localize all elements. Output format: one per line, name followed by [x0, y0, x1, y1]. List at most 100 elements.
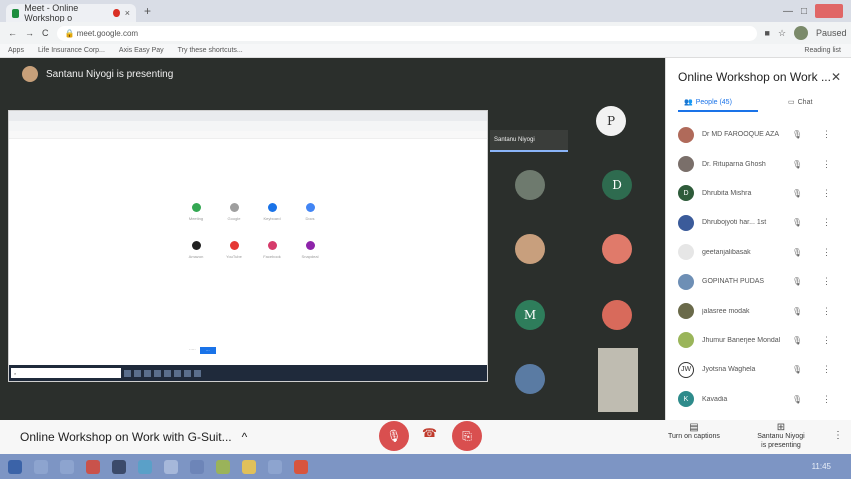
address-field[interactable]: 🔒 meet.google.com	[56, 25, 757, 41]
taskbar-icon[interactable]	[242, 459, 256, 474]
participant-row[interactable]: GOPINATH PUDAS 🎙 ⋮	[666, 267, 851, 296]
mic-muted-icon: 🎙	[792, 365, 803, 375]
participant-more-icon[interactable]: ⋮	[822, 306, 831, 317]
window-controls: — □	[783, 4, 851, 18]
participant-tile[interactable]	[515, 234, 545, 264]
participant-more-icon[interactable]: ⋮	[822, 129, 831, 140]
participant-avatar	[678, 126, 694, 143]
participant-list: Dr MD FAROOQUE AZA 🎙 ⋮ Dr. Rituparna Ghosh 🎙…	[666, 120, 851, 414]
tab-people[interactable]: 👥 People (45)	[684, 98, 732, 107]
presenter-text: Santanu Niyogi is presenting	[46, 68, 174, 80]
participant-row[interactable]: Dr. Rituparna Ghosh 🎙 ⋮	[666, 149, 851, 178]
participant-more-icon[interactable]: ⋮	[822, 159, 831, 170]
participant-tile[interactable]	[515, 364, 545, 394]
taskbar-icon[interactable]	[60, 459, 74, 474]
browser-tab[interactable]: Meet - Online Workshop o ×	[6, 3, 136, 23]
taskbar-icon[interactable]	[112, 459, 126, 474]
bookmark-shortcuts[interactable]: Try these shortcuts...	[178, 47, 243, 54]
participant-row[interactable]: K Kavadia 🎙 ⋮	[666, 385, 851, 414]
participant-row[interactable]: geetanjalibasak 🎙 ⋮	[666, 238, 851, 267]
reading-list-button[interactable]: Reading list	[804, 47, 841, 54]
participant-more-icon[interactable]: ⋮	[822, 188, 831, 199]
bookmark-axis[interactable]: Axis Easy Pay	[119, 47, 164, 54]
participant-row[interactable]: Dr MD FAROOQUE AZA 🎙 ⋮	[666, 120, 851, 149]
profile-avatar[interactable]	[794, 26, 809, 40]
participant-video-tile[interactable]	[598, 348, 638, 412]
participant-avatar: JW	[678, 361, 694, 378]
tab-close-icon[interactable]: ×	[125, 8, 130, 18]
meet-favicon-icon	[12, 8, 20, 18]
participant-more-icon[interactable]: ⋮	[822, 364, 831, 375]
participant-more-icon[interactable]: ⋮	[822, 276, 831, 287]
taskbar-icon[interactable]	[294, 459, 308, 474]
meeting-details[interactable]: Online Workshop on Work with G-Suit... ^	[20, 430, 247, 444]
participant-row[interactable]: Dhrubojyoti har... 1st 🎙 ⋮	[666, 208, 851, 237]
end-call-button[interactable]: ☎	[422, 426, 437, 440]
camera-toggle-button[interactable]: ⎘	[452, 421, 482, 451]
app-icon	[267, 203, 277, 212]
start-icon[interactable]	[8, 459, 22, 474]
more-options-icon[interactable]: ⋮	[833, 430, 843, 441]
participant-tile[interactable]: M	[515, 300, 545, 330]
minimize-button[interactable]: —	[783, 6, 793, 17]
app-label: Amazon	[188, 254, 204, 259]
shared-app: Snapdeal	[291, 241, 329, 259]
taskbar-clock: 11:45	[811, 462, 831, 471]
participant-tile[interactable]	[602, 300, 632, 330]
presenter-tile[interactable]: Santanu Niyogi	[490, 130, 568, 152]
back-icon[interactable]: ←	[8, 28, 17, 38]
taskbar-icon[interactable]	[138, 459, 152, 474]
taskbar-icon[interactable]	[86, 459, 100, 474]
taskbar-icon[interactable]	[268, 459, 282, 474]
present-label: Santanu Niyogi is presenting	[757, 433, 805, 449]
reload-icon[interactable]: C	[42, 28, 49, 38]
notice-button: ···	[199, 347, 216, 354]
participant-more-icon[interactable]: ⋮	[822, 335, 831, 346]
participant-row[interactable]: Jhumur Banerjee Mondal 🎙 ⋮	[666, 326, 851, 355]
taskbar-icon[interactable]	[34, 459, 48, 474]
participant-row[interactable]: JW Jyotsna Waghela 🎙 ⋮	[666, 355, 851, 384]
participant-name: Jhumur Banerjee Mondal	[702, 336, 781, 344]
participant-tile[interactable]: D	[602, 170, 632, 200]
tab-chat[interactable]: ▭ Chat	[788, 98, 812, 107]
shared-app: Google	[215, 203, 253, 221]
app-label: Facebook	[263, 254, 281, 259]
shared-task-icon	[184, 369, 191, 377]
app-icon	[191, 241, 201, 250]
bookmark-lic[interactable]: Life Insurance Corp...	[38, 47, 105, 54]
taskbar-icon[interactable]	[164, 459, 178, 474]
present-button[interactable]: ⊞ Santanu Niyogi is presenting	[756, 423, 806, 450]
close-window-button[interactable]	[815, 4, 843, 18]
presenter-tile-name: Santanu Niyogi	[494, 137, 535, 143]
participant-tile[interactable]: P	[596, 106, 626, 136]
participant-more-icon[interactable]: ⋮	[822, 394, 831, 405]
participant-tile[interactable]	[602, 234, 632, 264]
captions-button[interactable]: ▤ Turn on captions	[668, 423, 720, 441]
forward-icon[interactable]: →	[25, 28, 34, 38]
app-label: Meeting	[188, 216, 204, 221]
participant-name: Dhrubojyoti har... 1st	[702, 219, 767, 227]
captions-icon: ▤	[689, 422, 699, 433]
mic-toggle-button[interactable]: 🎙	[379, 421, 409, 451]
participant-row[interactable]: D Dhrubita Mishra 🎙 ⋮	[666, 179, 851, 208]
mic-muted-icon: 🎙	[792, 218, 803, 228]
maximize-button[interactable]: □	[801, 6, 807, 17]
shared-task-icon	[124, 369, 131, 377]
participant-name: Dr. Rituparna Ghosh	[702, 160, 766, 168]
mic-muted-icon: 🎙	[792, 247, 803, 257]
shared-task-icon	[144, 369, 151, 377]
bookmark-apps[interactable]: Apps	[8, 47, 24, 54]
taskbar-icon[interactable]	[216, 459, 230, 474]
participant-row[interactable]: jalasree modak 🎙 ⋮	[666, 296, 851, 325]
taskbar-icon[interactable]	[190, 459, 204, 474]
participant-more-icon[interactable]: ⋮	[822, 217, 831, 228]
shared-tab-bar	[9, 111, 487, 121]
star-icon[interactable]: ☆	[778, 28, 786, 39]
panel-close-icon[interactable]: ✕	[831, 70, 841, 84]
new-tab-button[interactable]: +	[144, 4, 151, 18]
participant-tile[interactable]	[515, 170, 545, 200]
participant-more-icon[interactable]: ⋮	[822, 247, 831, 258]
app-icon	[191, 203, 201, 212]
camera-icon[interactable]: ■	[765, 28, 770, 38]
participant-name: Dr MD FAROOQUE AZA	[702, 131, 780, 139]
